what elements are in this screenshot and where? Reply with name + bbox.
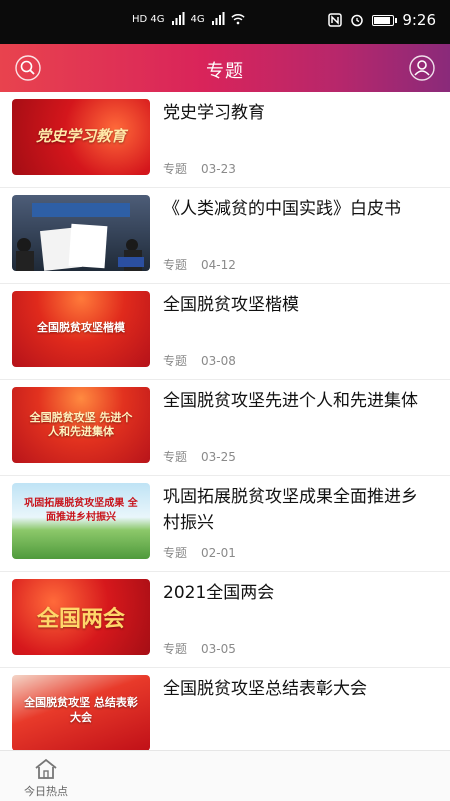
item-meta: 专题 02-01	[163, 544, 236, 561]
item-category: 专题	[163, 354, 188, 368]
tab-home[interactable]: 今日热点	[18, 757, 74, 799]
item-date: 03-05	[201, 642, 236, 656]
list-item[interactable]: 党史学习教育 党史学习教育 专题 03-23	[0, 92, 450, 188]
thumb-caption: 党史学习教育	[35, 127, 126, 145]
alarm-icon	[351, 14, 364, 27]
item-title: 全国脱贫攻坚总结表彰大会	[163, 679, 367, 699]
item-category: 专题	[163, 642, 188, 656]
thumbnail: 党史学习教育	[12, 99, 150, 175]
item-title: 全国脱贫攻坚楷模	[163, 295, 299, 315]
item-meta: 专题 03-25	[163, 448, 236, 465]
topic-list: 党史学习教育 党史学习教育 专题 03-23 《人类减贫的中国实践》白皮书 专题 0…	[0, 92, 450, 750]
item-title: 2021全国两会	[163, 583, 275, 603]
item-date: 03-25	[201, 450, 236, 464]
signal-icon	[211, 12, 225, 25]
battery-icon	[372, 14, 398, 26]
list-item[interactable]: 全国两会 2021全国两会 专题 03-05	[0, 572, 450, 668]
item-meta: 专题 03-08	[163, 352, 236, 369]
home-icon	[35, 758, 57, 779]
press-conference-image	[16, 203, 144, 271]
thumb-caption: 全国两会	[36, 607, 125, 632]
item-title: 巩固拓展脱贫攻坚成果全面推进乡村振兴	[163, 487, 418, 533]
item-category: 专题	[163, 258, 188, 272]
thumb-caption: 巩固拓展脱贫攻坚成果 全面推进乡村振兴	[24, 498, 138, 523]
item-title: 全国脱贫攻坚先进个人和先进集体	[163, 391, 418, 411]
user-icon[interactable]	[408, 54, 436, 82]
item-date: 03-08	[201, 354, 236, 368]
list-item[interactable]: 全国脱贫攻坚 总结表彰大会 全国脱贫攻坚总结表彰大会	[0, 668, 450, 750]
page-title: 专题	[206, 61, 244, 82]
item-date: 03-23	[201, 162, 236, 176]
thumb-caption: 全国脱贫攻坚 先进个人和先进集体	[29, 411, 133, 438]
tab-home-label: 今日热点	[24, 785, 68, 798]
status-bar: HD 4G 4G 9:26	[0, 0, 450, 44]
network-left-text: HD 4G	[132, 13, 165, 25]
list-item[interactable]: 全国脱贫攻坚 先进个人和先进集体 全国脱贫攻坚先进个人和先进集体 专题 03-25	[0, 380, 450, 476]
signal-icon	[171, 12, 185, 25]
clock: 9:26	[402, 11, 436, 29]
thumbnail	[12, 195, 150, 271]
thumb-caption: 全国脱贫攻坚 总结表彰大会	[24, 696, 138, 724]
status-right: 9:26	[328, 11, 436, 29]
item-category: 专题	[163, 450, 188, 464]
list-item[interactable]: 巩固拓展脱贫攻坚成果 全面推进乡村振兴 巩固拓展脱贫攻坚成果全面推进乡村振兴 专…	[0, 476, 450, 572]
bottom-tab-bar: 今日热点	[0, 750, 450, 801]
thumb-caption: 全国脱贫攻坚楷模	[37, 321, 125, 334]
item-title: 党史学习教育	[163, 103, 265, 123]
list-item[interactable]: 《人类减贫的中国实践》白皮书 专题 04-12	[0, 188, 450, 284]
item-date: 04-12	[201, 258, 236, 272]
item-category: 专题	[163, 162, 188, 176]
nfc-icon	[328, 13, 343, 27]
item-category: 专题	[163, 546, 188, 560]
thumbnail: 全国脱贫攻坚 先进个人和先进集体	[12, 387, 150, 463]
item-title: 《人类减贫的中国实践》白皮书	[163, 199, 401, 219]
thumbnail: 全国脱贫攻坚楷模	[12, 291, 150, 367]
app-header: 专题	[0, 44, 450, 92]
list-item[interactable]: 全国脱贫攻坚楷模 全国脱贫攻坚楷模 专题 03-08	[0, 284, 450, 380]
item-date: 02-01	[201, 546, 236, 560]
wifi-icon	[231, 14, 245, 25]
item-meta: 专题 03-05	[163, 640, 236, 657]
item-meta: 专题 04-12	[163, 256, 236, 273]
thumbnail: 巩固拓展脱贫攻坚成果 全面推进乡村振兴	[12, 483, 150, 559]
network-right-text: 4G	[190, 13, 205, 25]
thumbnail: 全国两会	[12, 579, 150, 655]
item-meta: 专题 03-23	[163, 160, 236, 177]
thumbnail: 全国脱贫攻坚 总结表彰大会	[12, 675, 150, 750]
network-indicators: HD 4G 4G	[132, 12, 245, 26]
